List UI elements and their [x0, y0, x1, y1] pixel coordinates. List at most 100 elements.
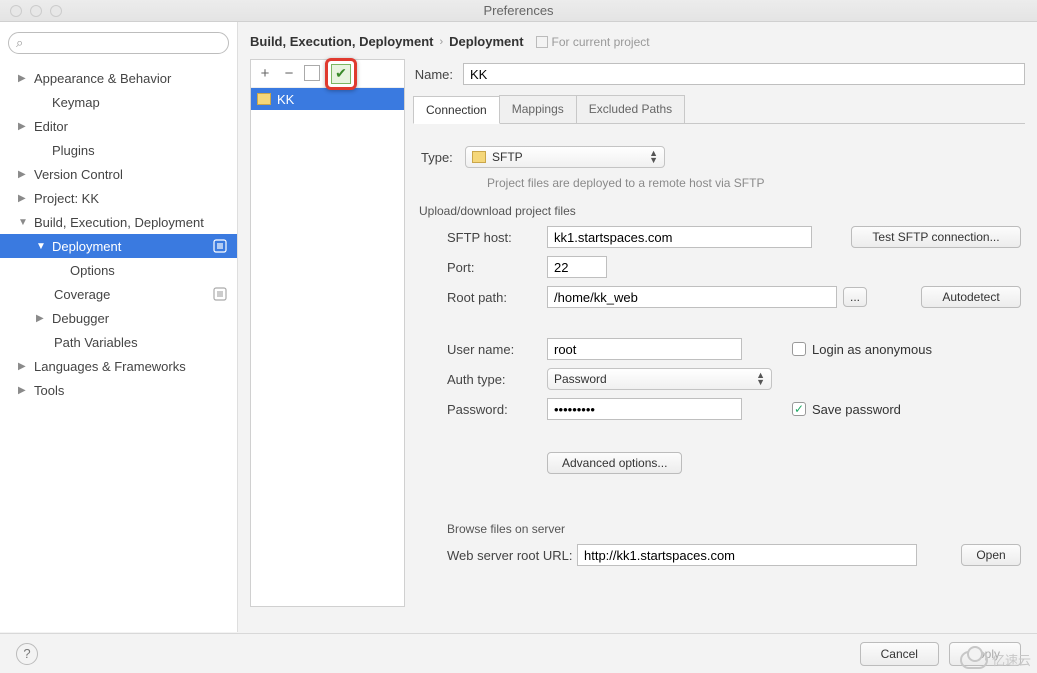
project-scope-hint: For current project	[536, 35, 650, 49]
scope-badge-icon	[213, 287, 227, 301]
server-name-input[interactable]	[463, 63, 1025, 85]
tree-keymap[interactable]: Keymap	[0, 90, 237, 114]
settings-tree: ▶Appearance & Behavior Keymap ▶Editor Pl…	[0, 62, 237, 402]
name-label: Name:	[413, 67, 463, 82]
server-item-label: KK	[277, 92, 294, 107]
help-button[interactable]: ?	[16, 643, 38, 665]
tree-deployment[interactable]: ▼Deployment	[0, 234, 237, 258]
tree-label: Plugins	[52, 143, 95, 158]
auth-type-value: Password	[554, 372, 607, 386]
auth-type-label: Auth type:	[417, 372, 547, 387]
updown-icon: ▲▼	[756, 372, 765, 386]
scope-icon	[536, 36, 548, 48]
server-toolbar: + − ✔	[251, 60, 404, 88]
root-path-input[interactable]	[547, 286, 837, 308]
tree-label: Appearance & Behavior	[34, 71, 171, 86]
auth-type-select[interactable]: Password ▲▼	[547, 368, 772, 390]
tree-label: Path Variables	[54, 335, 138, 350]
watermark: 亿速云	[960, 650, 1031, 669]
sftp-icon	[472, 151, 486, 163]
footer: ? Cancel Apply	[0, 633, 1037, 673]
server-panel: + − ✔ KK	[250, 59, 405, 607]
autodetect-button[interactable]: Autodetect	[921, 286, 1021, 308]
save-password-label: Save password	[812, 402, 901, 417]
port-input[interactable]	[547, 256, 607, 278]
tab-mappings[interactable]: Mappings	[499, 95, 577, 123]
web-url-input[interactable]	[577, 544, 917, 566]
watermark-text: 亿速云	[992, 650, 1031, 669]
tree-coverage[interactable]: Coverage	[0, 282, 237, 306]
server-list: KK	[251, 88, 404, 606]
remove-server-button[interactable]: −	[281, 66, 297, 82]
tree-label: Options	[70, 263, 115, 278]
test-sftp-button[interactable]: Test SFTP connection...	[851, 226, 1021, 248]
tree-path-variables[interactable]: Path Variables	[0, 330, 237, 354]
cloud-icon	[960, 651, 988, 669]
chevron-right-icon: ›	[439, 36, 443, 48]
port-label: Port:	[417, 260, 547, 275]
upload-section-title: Upload/download project files	[419, 204, 1021, 218]
set-default-server-button[interactable]: ✔	[331, 64, 351, 84]
breadcrumb-part1[interactable]: Build, Execution, Deployment	[250, 34, 433, 49]
set-default-highlight: ✔	[325, 58, 357, 90]
copy-server-button[interactable]	[305, 66, 321, 82]
tree-label: Languages & Frameworks	[34, 359, 186, 374]
sftp-host-label: SFTP host:	[417, 230, 547, 245]
username-input[interactable]	[547, 338, 742, 360]
tab-connection[interactable]: Connection	[413, 96, 500, 124]
root-path-label: Root path:	[417, 290, 547, 305]
tree-deployment-options[interactable]: Options	[0, 258, 237, 282]
anonymous-checkbox[interactable]	[792, 342, 806, 356]
search-icon: ⌕	[16, 35, 23, 51]
breadcrumb-part2[interactable]: Deployment	[449, 34, 523, 49]
tree-lang-frameworks[interactable]: ▶Languages & Frameworks	[0, 354, 237, 378]
scope-badge-icon	[213, 239, 227, 253]
tree-label: Project: KK	[34, 191, 99, 206]
add-server-button[interactable]: +	[257, 66, 273, 82]
server-item[interactable]: KK	[251, 88, 404, 110]
tab-excluded-paths[interactable]: Excluded Paths	[576, 95, 685, 123]
breadcrumb: Build, Execution, Deployment › Deploymen…	[250, 32, 1025, 59]
tree-label: Debugger	[52, 311, 109, 326]
tree-label: Editor	[34, 119, 68, 134]
tree-label: Deployment	[52, 239, 121, 254]
tree-appearance-behavior[interactable]: ▶Appearance & Behavior	[0, 66, 237, 90]
tree-label: Tools	[34, 383, 64, 398]
browse-root-button[interactable]: ...	[843, 287, 867, 307]
form-area: Name: Connection Mappings Excluded Paths…	[405, 59, 1025, 607]
tabs: Connection Mappings Excluded Paths	[413, 95, 1025, 124]
anonymous-label: Login as anonymous	[812, 342, 932, 357]
titlebar: Preferences	[0, 0, 1037, 22]
tree-label: Version Control	[34, 167, 123, 182]
search-input[interactable]	[8, 32, 229, 54]
tree-tools[interactable]: ▶Tools	[0, 378, 237, 402]
username-label: User name:	[417, 342, 547, 357]
open-url-button[interactable]: Open	[961, 544, 1021, 566]
save-password-checkbox[interactable]	[792, 402, 806, 416]
hint-text: For current project	[552, 35, 650, 49]
cancel-button[interactable]: Cancel	[860, 642, 939, 666]
settings-tree-panel: ⌕ ▶Appearance & Behavior Keymap ▶Editor …	[0, 22, 238, 632]
tree-version-control[interactable]: ▶Version Control	[0, 162, 237, 186]
password-input[interactable]	[547, 398, 742, 420]
search-wrap: ⌕	[0, 32, 237, 62]
advanced-options-button[interactable]: Advanced options...	[547, 452, 682, 474]
browse-section-title: Browse files on server	[447, 522, 1021, 536]
web-url-label: Web server root URL:	[417, 548, 577, 563]
tree-project[interactable]: ▶Project: KK	[0, 186, 237, 210]
password-label: Password:	[417, 402, 547, 417]
tree-label: Keymap	[52, 95, 100, 110]
main-row: + − ✔ KK Name:	[250, 59, 1025, 607]
sftp-icon	[257, 93, 271, 105]
tree-label: Coverage	[54, 287, 110, 302]
type-select[interactable]: SFTP ▲▼	[465, 146, 665, 168]
tree-plugins[interactable]: Plugins	[0, 138, 237, 162]
tab-connection-pane: Type: SFTP ▲▼ Project files are deployed…	[413, 124, 1025, 578]
tree-debugger[interactable]: ▶Debugger	[0, 306, 237, 330]
tree-editor[interactable]: ▶Editor	[0, 114, 237, 138]
type-value: SFTP	[492, 150, 523, 164]
copy-icon	[306, 67, 320, 81]
type-label: Type:	[417, 150, 465, 165]
sftp-host-input[interactable]	[547, 226, 812, 248]
tree-build-exec-deploy[interactable]: ▼Build, Execution, Deployment	[0, 210, 237, 234]
